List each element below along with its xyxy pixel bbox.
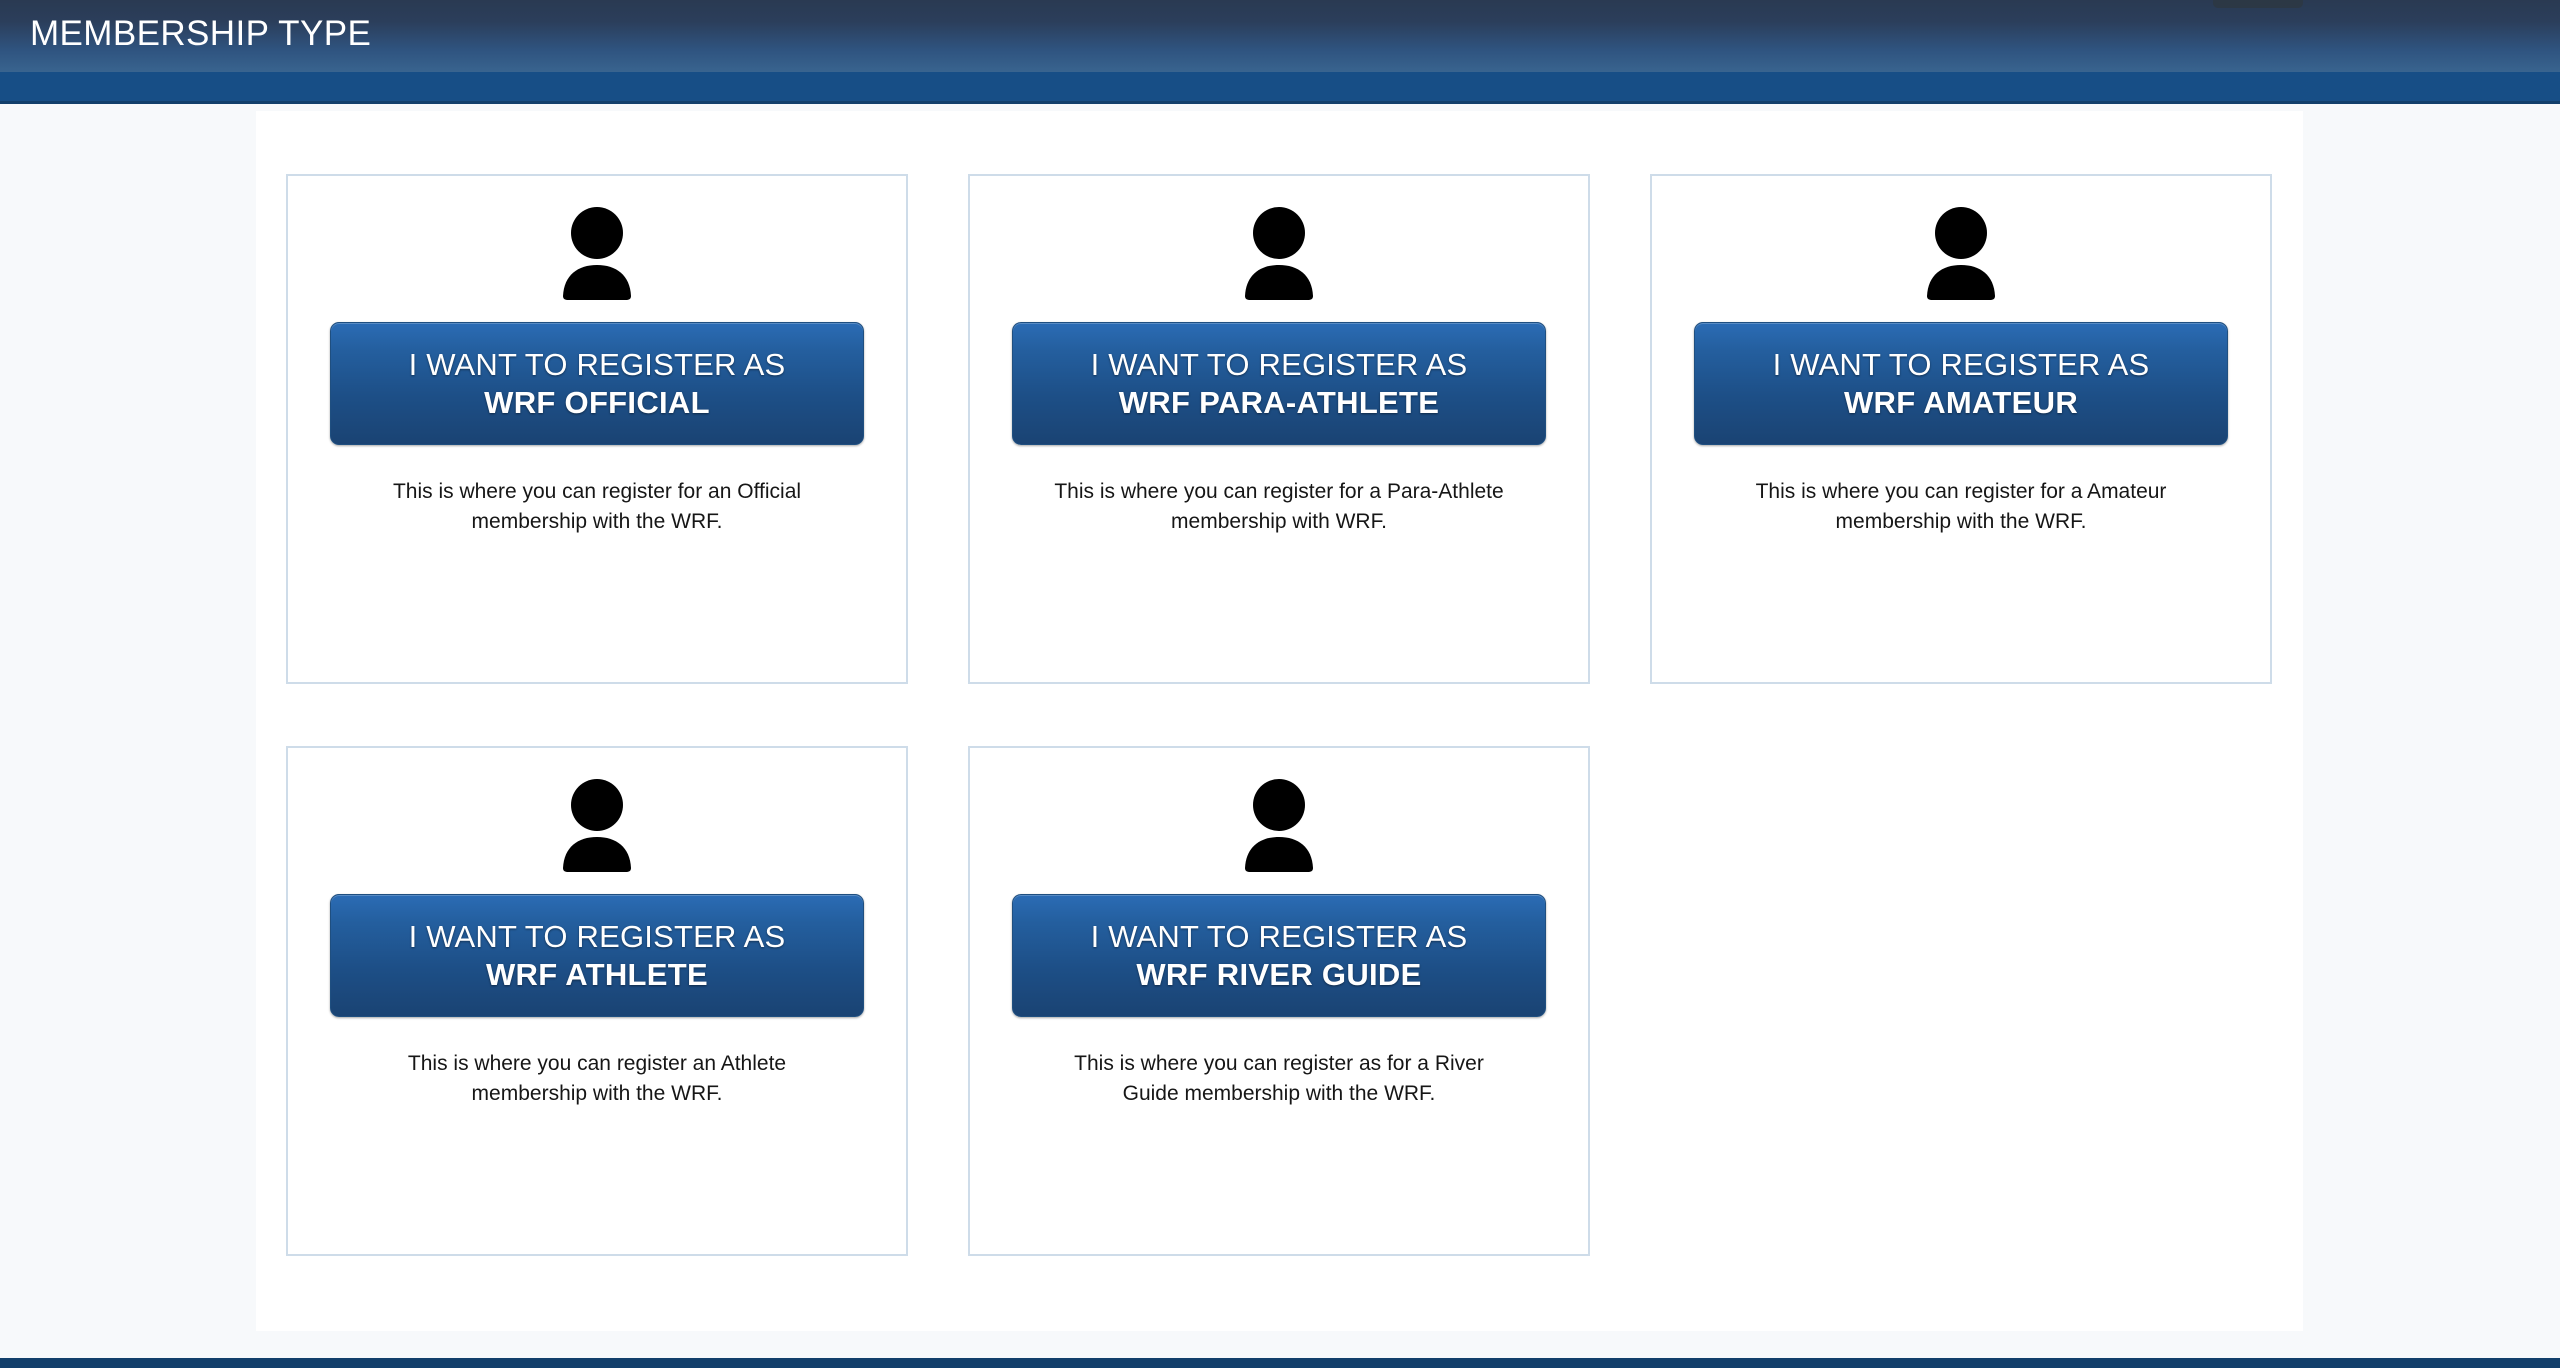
person-icon: [554, 776, 640, 872]
register-button-line1: I WANT TO REGISTER AS: [408, 346, 786, 382]
register-button-line2: WRF AMATEUR: [1843, 384, 2079, 420]
header-accent-bar: [0, 72, 2560, 104]
register-button-para-athlete[interactable]: I WANT TO REGISTER AS WRF PARA-ATHLETE: [1012, 322, 1546, 445]
membership-card-athlete[interactable]: I WANT TO REGISTER AS WRF ATHLETE This i…: [286, 746, 908, 1256]
card-description: This is where you can register for a Ama…: [1755, 480, 2167, 534]
register-button-river-guide[interactable]: I WANT TO REGISTER AS WRF RIVER GUIDE: [1012, 894, 1546, 1017]
card-row-1: I WANT TO REGISTER AS WRF OFFICIAL This …: [286, 174, 2273, 684]
content-panel: I WANT TO REGISTER AS WRF OFFICIAL This …: [256, 111, 2303, 1331]
person-icon: [554, 204, 640, 300]
person-icon: [1236, 776, 1322, 872]
page-body: I WANT TO REGISTER AS WRF OFFICIAL This …: [0, 104, 2560, 1365]
membership-card-amateur[interactable]: I WANT TO REGISTER AS WRF AMATEUR This i…: [1650, 174, 2272, 684]
register-button-line1: I WANT TO REGISTER AS: [1090, 918, 1468, 954]
register-button-line2: WRF RIVER GUIDE: [1136, 956, 1422, 992]
register-button-athlete[interactable]: I WANT TO REGISTER AS WRF ATHLETE: [330, 894, 864, 1017]
register-button-line2: WRF ATHLETE: [486, 956, 708, 992]
register-button-official[interactable]: I WANT TO REGISTER AS WRF OFFICIAL: [330, 322, 864, 445]
card-description: This is where you can register an Athlet…: [407, 1052, 787, 1106]
card-row-2: I WANT TO REGISTER AS WRF ATHLETE This i…: [286, 746, 2273, 1256]
membership-card-grid: I WANT TO REGISTER AS WRF OFFICIAL This …: [286, 174, 2273, 1318]
register-button-line2: WRF OFFICIAL: [484, 384, 710, 420]
footer-bar: [0, 1358, 2560, 1368]
page-header: MEMBERSHIP TYPE: [0, 0, 2560, 72]
card-description: This is where you can register as for a …: [1074, 1052, 1484, 1106]
membership-card-para-athlete[interactable]: I WANT TO REGISTER AS WRF PARA-ATHLETE T…: [968, 174, 1590, 684]
register-button-line1: I WANT TO REGISTER AS: [1772, 346, 2150, 382]
person-icon: [1918, 204, 2004, 300]
register-button-amateur[interactable]: I WANT TO REGISTER AS WRF AMATEUR: [1694, 322, 2228, 445]
register-button-line2: WRF PARA-ATHLETE: [1118, 384, 1440, 420]
card-description: This is where you can register for a Par…: [1054, 480, 1504, 534]
nav-tab-stub[interactable]: [2213, 0, 2303, 8]
membership-card-river-guide[interactable]: I WANT TO REGISTER AS WRF RIVER GUIDE Th…: [968, 746, 1590, 1256]
card-description: This is where you can register for an Of…: [392, 480, 802, 534]
register-button-line1: I WANT TO REGISTER AS: [408, 918, 786, 954]
person-icon: [1236, 204, 1322, 300]
register-button-line1: I WANT TO REGISTER AS: [1090, 346, 1468, 382]
page-title: MEMBERSHIP TYPE: [30, 14, 372, 53]
membership-card-official[interactable]: I WANT TO REGISTER AS WRF OFFICIAL This …: [286, 174, 908, 684]
